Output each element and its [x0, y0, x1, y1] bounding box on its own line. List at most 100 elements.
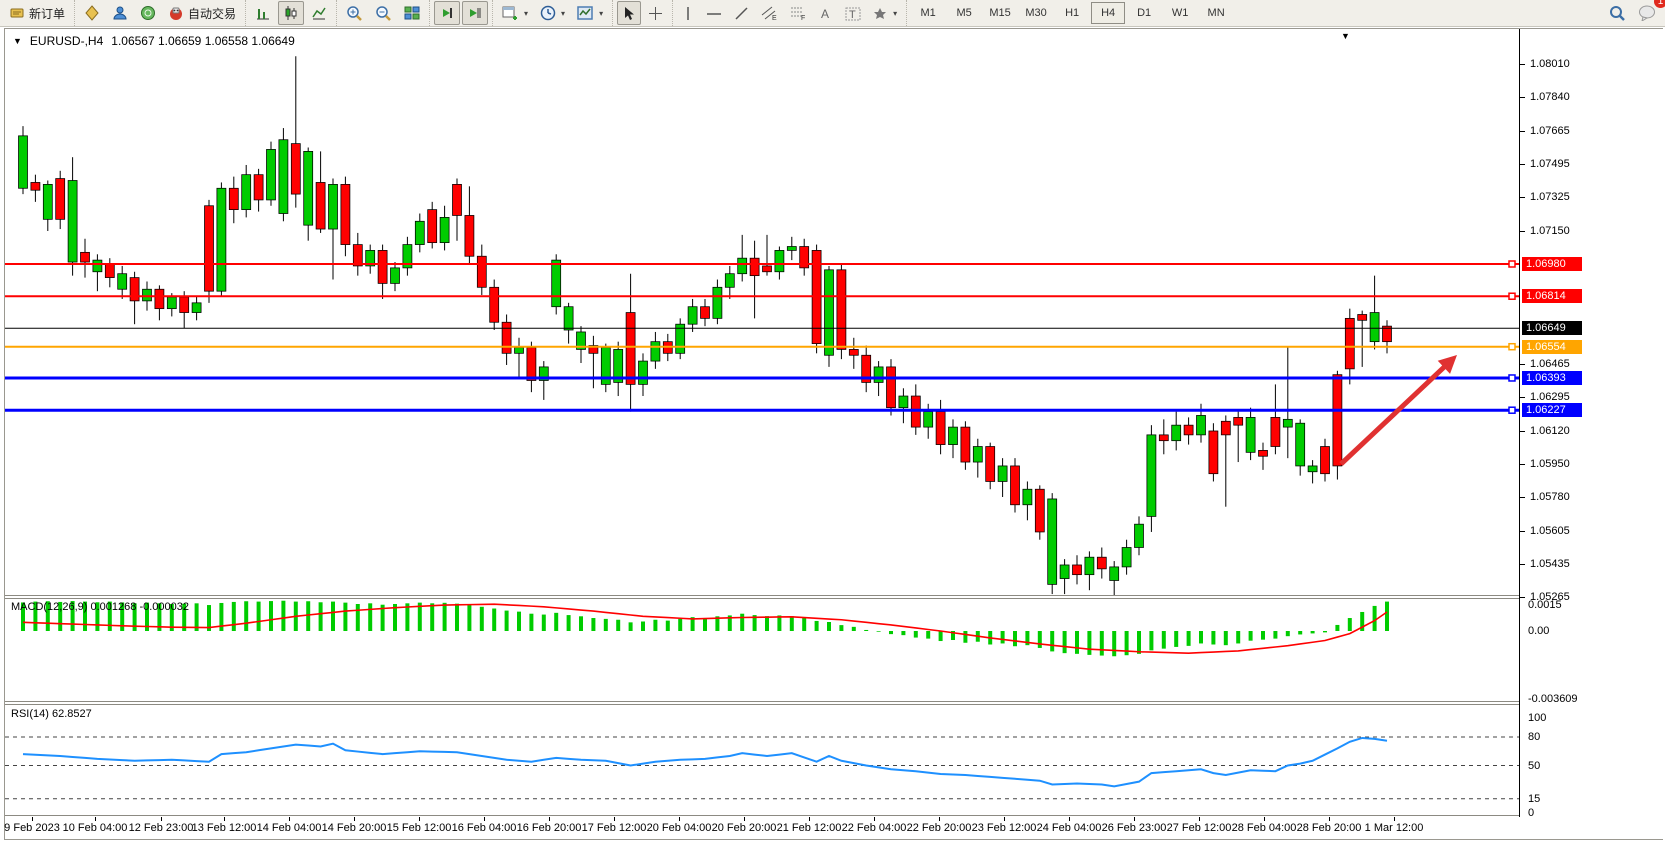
- candle-body: [180, 297, 189, 313]
- time-label[interactable]: 23 Feb 12:00: [972, 822, 1037, 834]
- rsi-panel-divider[interactable]: [5, 701, 1662, 705]
- time-tick: [1199, 817, 1200, 821]
- symbol-dropdown-icon[interactable]: ▼: [13, 36, 22, 46]
- candle-body: [1197, 415, 1206, 434]
- candle-body: [477, 256, 486, 287]
- candle-body: [130, 278, 139, 301]
- timeframe-group: M1M5M15M30H1H4D1W1MN: [906, 0, 1237, 26]
- timeframe-m1[interactable]: M1: [911, 2, 945, 24]
- candle-body: [1147, 435, 1156, 517]
- notifications-button[interactable]: 1: [1633, 1, 1661, 25]
- candle-body: [341, 184, 350, 244]
- timeframe-d1[interactable]: D1: [1127, 2, 1161, 24]
- timeframe-m30[interactable]: M30: [1019, 2, 1053, 24]
- time-label[interactable]: 28 Feb 20:00: [1297, 822, 1362, 834]
- clock-icon: [540, 5, 556, 21]
- candle-body: [428, 210, 437, 243]
- zoom-in-icon: [346, 5, 363, 22]
- zoom-out-button[interactable]: [370, 1, 397, 25]
- auto-scroll-button[interactable]: [434, 1, 460, 25]
- vertical-line-button[interactable]: [677, 1, 699, 25]
- candlestick-chart-button[interactable]: [278, 1, 304, 25]
- time-label[interactable]: 13 Feb 12:00: [192, 822, 257, 834]
- time-label[interactable]: 22 Feb 20:00: [907, 822, 972, 834]
- market-button[interactable]: [79, 1, 105, 25]
- arrows-button[interactable]: ▾: [868, 1, 902, 25]
- period-button[interactable]: ▾: [535, 1, 570, 25]
- time-tick: [809, 817, 810, 821]
- price-tick: 1.05950: [1530, 458, 1570, 470]
- time-label[interactable]: 12 Feb 23:00: [129, 822, 194, 834]
- new-order-button[interactable]: 新订单: [4, 1, 70, 25]
- time-label[interactable]: 28 Feb 04:00: [1232, 822, 1297, 834]
- time-label[interactable]: 20 Feb 04:00: [647, 822, 712, 834]
- candle-body: [1110, 567, 1119, 581]
- timeframe-m5[interactable]: M5: [947, 2, 981, 24]
- candle-body: [713, 287, 722, 318]
- chart-plot[interactable]: [5, 29, 1662, 839]
- new-chart-button[interactable]: ▾: [497, 1, 533, 25]
- time-label[interactable]: 21 Feb 12:00: [777, 822, 842, 834]
- timeframe-w1[interactable]: W1: [1163, 2, 1197, 24]
- time-label[interactable]: 1 Mar 12:00: [1365, 822, 1424, 834]
- candle-body: [639, 361, 648, 384]
- line-chart-icon: [311, 5, 327, 21]
- candle-body: [688, 307, 697, 324]
- bar-chart-button[interactable]: [250, 1, 276, 25]
- chart-shift-marker[interactable]: ▼: [1341, 31, 1350, 41]
- chat-bubble-icon: [1638, 5, 1656, 21]
- macd-panel-divider[interactable]: [5, 595, 1662, 599]
- cursor-button[interactable]: [617, 1, 641, 25]
- candle-body: [391, 268, 400, 284]
- timeframe-m15[interactable]: M15: [983, 2, 1017, 24]
- candle-body: [1358, 314, 1367, 320]
- templates-button[interactable]: ▾: [572, 1, 608, 25]
- timeframe-h1[interactable]: H1: [1055, 2, 1089, 24]
- line-chart-button[interactable]: [306, 1, 332, 25]
- chart-shift-button[interactable]: [462, 1, 488, 25]
- fibonacci-icon: F: [790, 5, 807, 21]
- text-button[interactable]: A: [814, 1, 838, 25]
- time-label[interactable]: 26 Feb 23:00: [1102, 822, 1167, 834]
- crosshair-button[interactable]: [643, 1, 668, 25]
- time-label[interactable]: 14 Feb 04:00: [257, 822, 322, 834]
- time-label[interactable]: 24 Feb 04:00: [1037, 822, 1102, 834]
- timeframe-h4[interactable]: H4: [1091, 2, 1125, 24]
- timeframe-mn[interactable]: MN: [1199, 2, 1233, 24]
- auto-trading-icon: [168, 5, 184, 21]
- candle-body: [1271, 417, 1280, 446]
- fibonacci-button[interactable]: F: [785, 1, 812, 25]
- time-axis[interactable]: 9 Feb 202310 Feb 04:0012 Feb 23:0013 Feb…: [5, 817, 1662, 839]
- candle-body: [43, 184, 52, 219]
- tile-windows-button[interactable]: [399, 1, 425, 25]
- trendline-button[interactable]: [729, 1, 754, 25]
- candle-body: [254, 175, 263, 200]
- auto-trading-button[interactable]: 自动交易: [163, 1, 241, 25]
- horizontal-line-button[interactable]: [701, 1, 727, 25]
- time-label[interactable]: 22 Feb 04:00: [842, 822, 907, 834]
- candle-body: [1221, 421, 1230, 435]
- price-axis[interactable]: 1.080101.078401.076651.074951.073251.071…: [1519, 29, 1663, 839]
- news-button[interactable]: [135, 1, 161, 25]
- time-label[interactable]: 9 Feb 2023: [4, 822, 60, 834]
- candle-body: [279, 140, 288, 214]
- candle-body: [1035, 489, 1044, 532]
- time-label[interactable]: 10 Feb 04:00: [63, 822, 128, 834]
- time-label[interactable]: 16 Feb 20:00: [517, 822, 582, 834]
- time-label[interactable]: 16 Feb 04:00: [452, 822, 517, 834]
- zoom-in-button[interactable]: [341, 1, 368, 25]
- time-label[interactable]: 20 Feb 20:00: [712, 822, 777, 834]
- time-label[interactable]: 17 Feb 12:00: [582, 822, 647, 834]
- time-label[interactable]: 15 Feb 12:00: [387, 822, 452, 834]
- time-label[interactable]: 27 Feb 12:00: [1167, 822, 1232, 834]
- community-button[interactable]: [107, 1, 133, 25]
- candle-body: [217, 188, 226, 291]
- candle-body: [651, 342, 660, 361]
- time-tick: [484, 817, 485, 821]
- time-label[interactable]: 14 Feb 20:00: [322, 822, 387, 834]
- text-label-button[interactable]: T: [840, 1, 866, 25]
- candle-body: [1060, 565, 1069, 579]
- candle-body: [738, 258, 747, 274]
- equidistant-channel-button[interactable]: E: [756, 1, 783, 25]
- search-button[interactable]: [1604, 1, 1631, 25]
